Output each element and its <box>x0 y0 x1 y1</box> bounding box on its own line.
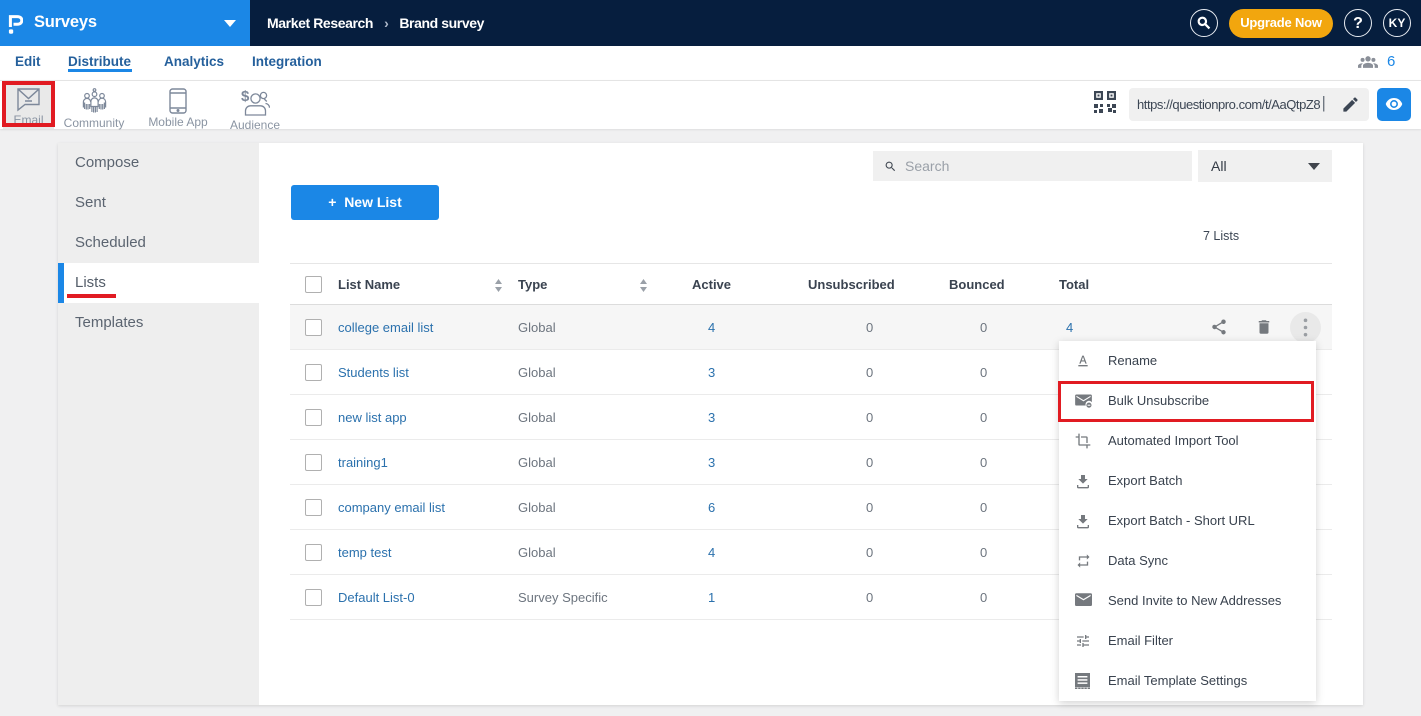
svg-text:$: $ <box>241 88 250 105</box>
